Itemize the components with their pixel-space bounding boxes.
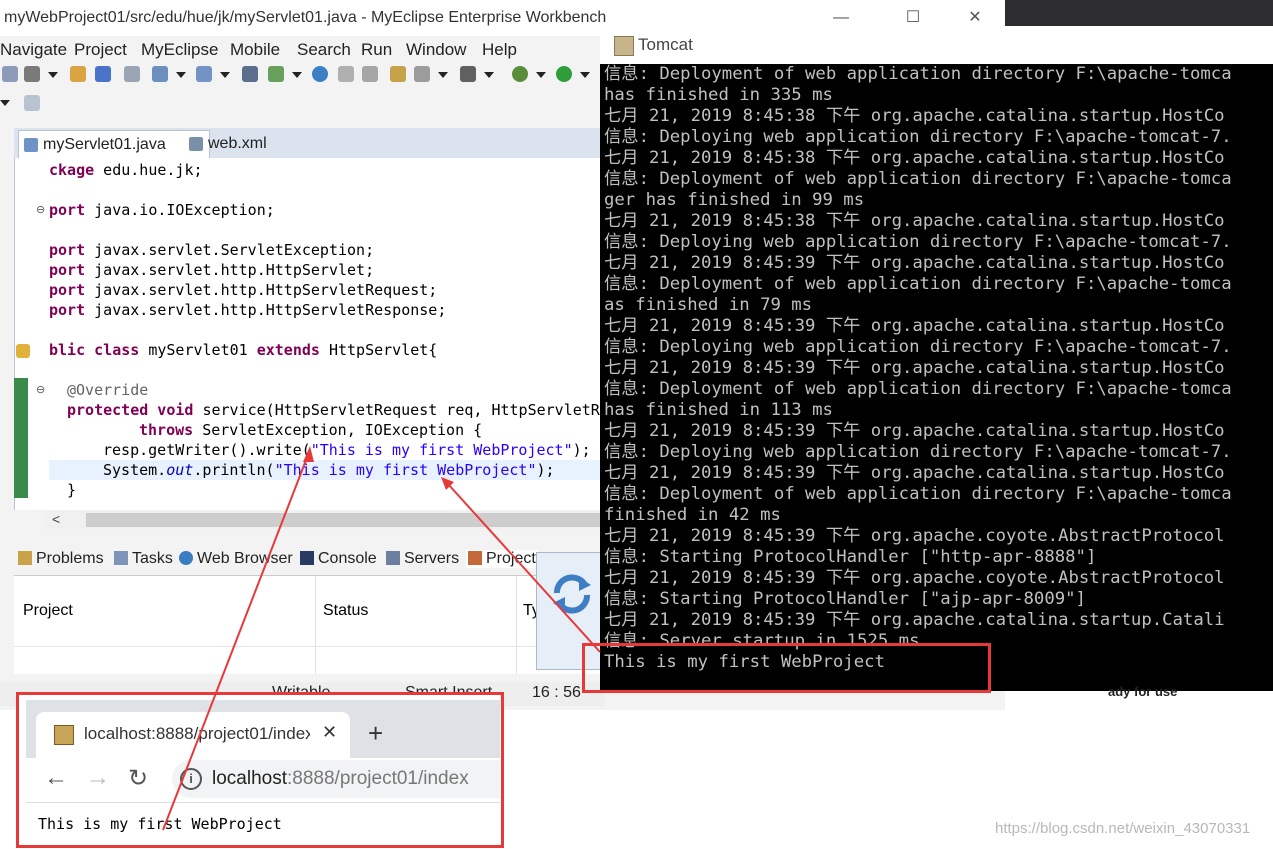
watermark: https://blog.csdn.net/weixin_43070331 [995, 820, 1251, 837]
arrow-browser-to-write [162, 454, 309, 831]
arrowhead [303, 446, 314, 462]
annotation-arrows [162, 446, 601, 831]
arrow-console-to-println [447, 483, 601, 653]
